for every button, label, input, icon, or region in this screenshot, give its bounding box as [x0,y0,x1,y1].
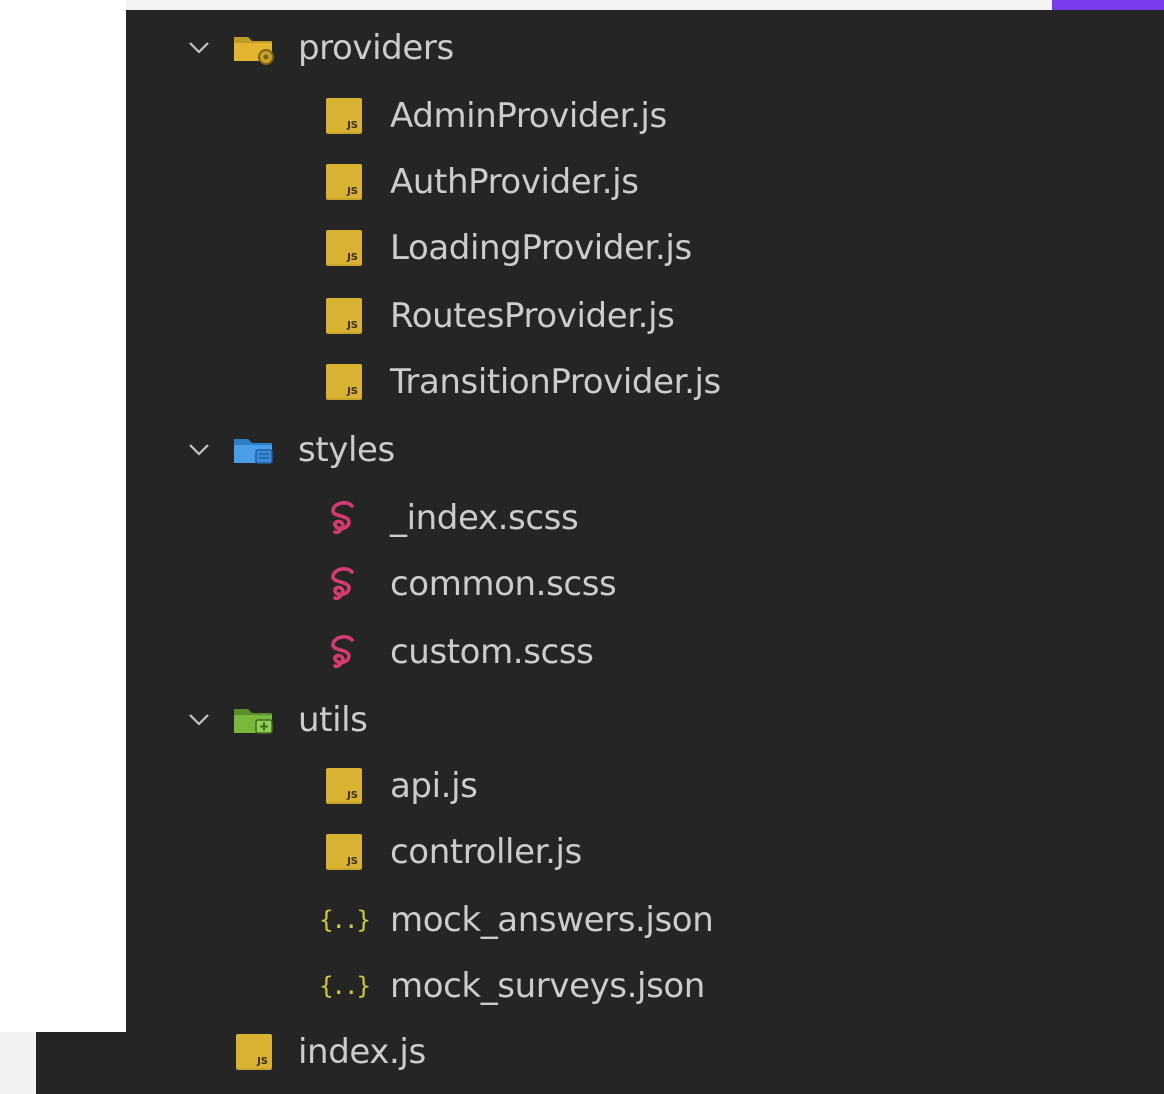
folder-row-styles[interactable]: styles [126,420,1164,480]
file-row-index-js[interactable]: JS index.js [126,1022,1164,1082]
file-row-controller-js[interactable]: JS controller.js [126,822,1164,882]
file-label: api.js [390,766,478,806]
file-row-index-scss[interactable]: _index.scss [126,488,1164,548]
file-label: _index.scss [390,498,579,538]
file-label: mock_answers.json [390,900,714,940]
top-strip [126,0,1164,10]
js-file-icon: JS [322,94,366,138]
chevron-down-icon[interactable] [182,703,216,737]
chevron-down-icon[interactable] [182,31,216,65]
folder-utils-icon [232,698,276,742]
folder-label-styles: styles [298,430,395,470]
file-row-loadingprovider[interactable]: JS LoadingProvider.js [126,218,1164,278]
file-label: AuthProvider.js [390,162,639,202]
js-file-icon: JS [322,360,366,404]
js-file-icon: JS [322,764,366,808]
file-label: AdminProvider.js [390,96,667,136]
file-label: RoutesProvider.js [390,296,675,336]
file-label: common.scss [390,564,617,604]
file-row-common-scss[interactable]: common.scss [126,554,1164,614]
js-file-icon: JS [322,160,366,204]
json-file-icon: {..} [319,972,371,1000]
left-light-bottom [0,1032,36,1094]
file-row-mock-answers[interactable]: {..} mock_answers.json [126,890,1164,950]
file-label: TransitionProvider.js [390,362,721,402]
js-file-icon: JS [322,294,366,338]
folder-row-utils[interactable]: utils [126,690,1164,750]
json-file-icon: {..} [319,906,371,934]
folder-row-providers[interactable]: providers [126,18,1164,78]
sass-file-icon [322,630,366,674]
left-dark-bottom [36,1032,126,1094]
chevron-down-icon[interactable] [182,433,216,467]
js-file-icon: JS [322,830,366,874]
file-row-adminprovider[interactable]: JS AdminProvider.js [126,86,1164,146]
file-label: mock_surveys.json [390,966,705,1006]
file-label: LoadingProvider.js [390,228,692,268]
file-row-transitionprovider[interactable]: JS TransitionProvider.js [126,352,1164,412]
file-row-api-js[interactable]: JS api.js [126,756,1164,816]
js-file-icon: JS [232,1030,276,1074]
folder-styles-icon [232,428,276,472]
sass-file-icon [322,562,366,606]
folder-label-providers: providers [298,28,454,68]
file-label: index.js [298,1032,426,1072]
file-row-custom-scss[interactable]: custom.scss [126,622,1164,682]
file-row-routesprovider[interactable]: JS RoutesProvider.js [126,286,1164,346]
file-row-mock-surveys[interactable]: {..} mock_surveys.json [126,956,1164,1016]
js-file-icon: JS [322,226,366,270]
folder-label-utils: utils [298,700,368,740]
folder-providers-icon [232,26,276,70]
sass-file-icon [322,496,366,540]
file-row-authprovider[interactable]: JS AuthProvider.js [126,152,1164,212]
file-label: controller.js [390,832,582,872]
left-gutter [0,0,126,1094]
explorer-panel: providers JS AdminProvider.js JS AuthPro… [126,10,1164,1094]
file-label: custom.scss [390,632,594,672]
